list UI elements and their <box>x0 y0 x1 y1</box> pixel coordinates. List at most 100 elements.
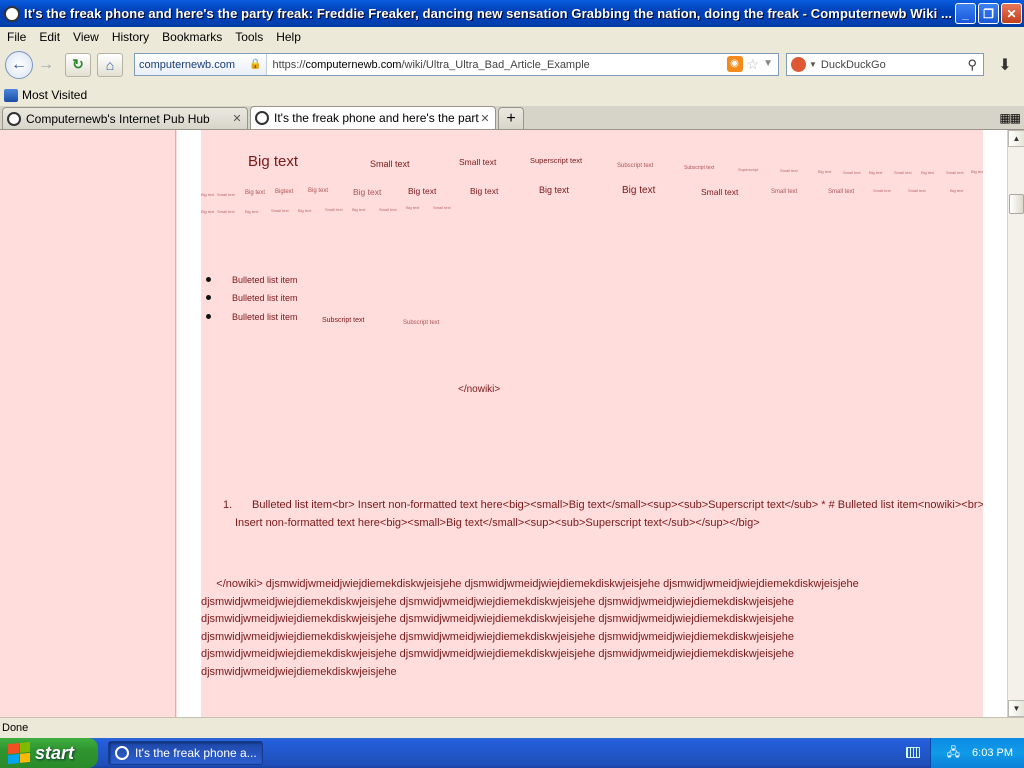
url-path: /wiki/Ultra_Ultra_Bad_Article_Example <box>401 58 590 71</box>
paragraph: </nowiki> djsmwidjwmeidjwiejdiemekdiskwj… <box>201 576 981 681</box>
scroll-down-icon[interactable]: ▼ <box>1008 700 1024 717</box>
scroll-thumb[interactable] <box>1009 194 1024 214</box>
back-icon[interactable]: ← <box>5 50 33 79</box>
page-content[interactable]: Big text Small text Small text Superscri… <box>0 130 1007 717</box>
tiny-text: Big text <box>298 208 312 213</box>
title-bar[interactable]: It's the freak phone and here's the part… <box>0 0 1024 27</box>
menu-view[interactable]: View <box>66 30 105 44</box>
tab-freak-article[interactable]: It's the freak phone and here's the part… <box>250 106 496 129</box>
taskbar-window-button[interactable]: It's the freak phone a... <box>108 741 263 765</box>
url-domain: computernewb.com <box>305 58 402 71</box>
tiny-text: Small text <box>217 209 235 214</box>
search-input[interactable]: DuckDuckGo <box>817 59 968 71</box>
tiny-text: Small text <box>379 207 397 212</box>
status-bar: Done <box>0 717 1024 738</box>
tab-favicon-icon <box>255 111 269 125</box>
search-bar[interactable]: ▼ DuckDuckGo ⚲ <box>786 53 984 76</box>
paragraph-line: djsmwidjwmeidjwiejdiemekdiskwjeisjehe dj… <box>201 648 794 660</box>
search-engine-dropdown-icon[interactable]: ▼ <box>809 60 817 69</box>
firefox-icon <box>4 5 20 22</box>
tiny-text: Big text <box>308 188 329 194</box>
bookmark-folder-icon <box>4 88 18 102</box>
tab-close-icon[interactable]: ✕ <box>479 112 491 125</box>
url-bar[interactable]: computernewb.com 🔒 https://computernewb.… <box>134 53 779 76</box>
tab-label: It's the freak phone and here's the part… <box>274 111 479 125</box>
clock[interactable]: 6:03 PM <box>972 747 1013 759</box>
tiny-text: Bigtext <box>275 189 294 195</box>
reload-icon[interactable]: ↻ <box>65 52 91 77</box>
paragraph-line: djsmwidjwmeidjwiejdiemekdiskwjeisjehe dj… <box>201 630 794 643</box>
list-item: Bulleted list item <box>232 275 298 285</box>
tiny-text: Small text <box>894 170 912 175</box>
subscript-text: Subscript text <box>403 320 440 326</box>
tiny-text: Big text <box>818 169 832 174</box>
tab-list-icon[interactable]: ▦▦ <box>999 111 1021 125</box>
small-text: Small text <box>828 189 855 195</box>
menu-edit[interactable]: Edit <box>32 30 66 44</box>
tiny-text: Small text <box>780 168 798 173</box>
tab-label: Computernewb's Internet Pub Hub <box>26 111 210 126</box>
paragraph-line: </nowiki> djsmwidjwmeidjwiejdiemekdiskwj… <box>201 578 859 590</box>
new-tab-button[interactable]: + <box>498 107 524 129</box>
tab-close-icon[interactable]: ✕ <box>231 112 243 125</box>
site-identity-button[interactable]: computernewb.com 🔒 <box>135 54 268 75</box>
navigation-toolbar: ← → ↻ ⌂ computernewb.com 🔒 https://compu… <box>0 46 1024 83</box>
menu-tools[interactable]: Tools <box>228 30 269 44</box>
paragraph-line: djsmwidjwmeidjwiejdiemekdiskwjeisjehe dj… <box>201 595 794 608</box>
maximize-button[interactable]: ❐ <box>978 3 999 24</box>
tiny-text: Small text <box>908 188 926 193</box>
url-input[interactable]: https://computernewb.com/wiki/Ultra_Ultr… <box>267 59 726 71</box>
home-icon[interactable]: ⌂ <box>97 52 123 77</box>
start-button[interactable]: start <box>0 738 98 768</box>
paragraph-line: djsmwidjwmeidjwiejdiemekdiskwjeisjehe dj… <box>201 613 794 625</box>
taskbar-window-label: It's the freak phone a... <box>135 746 257 760</box>
search-engine-icon[interactable] <box>787 57 809 72</box>
tiny-text: Small text <box>946 170 964 175</box>
bookmark-star-icon[interactable]: ☆ <box>747 56 760 73</box>
tiny-text: Big text <box>406 205 420 210</box>
keyboard-icon[interactable] <box>906 747 920 758</box>
scroll-up-icon[interactable]: ▲ <box>1008 130 1024 147</box>
vertical-scrollbar[interactable]: ▲ ▼ <box>1007 130 1024 717</box>
network-icon[interactable]: 🖧 <box>947 743 960 764</box>
menu-history[interactable]: History <box>105 30 155 44</box>
bookmark-most-visited[interactable]: Most Visited <box>0 88 87 102</box>
menu-file[interactable]: File <box>0 30 32 44</box>
tab-favicon-icon <box>7 111 21 126</box>
menu-bar: File Edit View History Bookmarks Tools H… <box>0 27 1024 46</box>
menu-bookmarks[interactable]: Bookmarks <box>155 30 228 44</box>
window-title: It's the freak phone and here's the part… <box>24 6 953 21</box>
big-text: Big text <box>622 185 656 196</box>
big-text: Big text <box>539 185 570 195</box>
start-label: start <box>35 742 75 763</box>
search-icon[interactable]: ⚲ <box>967 57 983 73</box>
tiny-text: Big text <box>201 192 215 197</box>
download-icon[interactable]: ⬇ <box>993 54 1017 76</box>
list-item: Bulleted list item <box>232 312 298 322</box>
taskbar: start It's the freak phone a... 🖧 6:03 P… <box>0 738 1024 768</box>
windows-logo-icon <box>8 741 30 765</box>
small-text: Small text <box>701 187 739 197</box>
tiny-text: Big text <box>921 170 935 175</box>
small-text: Small text <box>771 189 798 195</box>
tab-pub-hub[interactable]: Computernewb's Internet Pub Hub ✕ <box>2 107 248 129</box>
site-identity-label: computernewb.com <box>139 58 235 71</box>
numbered-item-line: Insert non-formatted text here<big><smal… <box>235 517 760 529</box>
small-text: Small text <box>370 159 410 169</box>
menu-help[interactable]: Help <box>269 30 307 44</box>
url-dropdown-icon[interactable]: ▼ <box>763 56 773 73</box>
small-text: Small text <box>459 157 497 167</box>
close-button[interactable]: ✕ <box>1001 3 1022 24</box>
minimize-button[interactable]: _ <box>955 3 976 24</box>
bullet-icon <box>206 314 211 319</box>
tiny-text: Big text <box>352 207 366 212</box>
bullet-icon <box>206 295 211 300</box>
status-text: Done <box>2 722 29 734</box>
tiny-text: Big text <box>201 209 215 214</box>
rss-icon[interactable]: ◉ <box>726 56 743 72</box>
subscript-text: Subscript text <box>322 317 365 324</box>
tiny-text: Small text <box>433 205 451 210</box>
superscript-text: Superscript <box>738 167 759 172</box>
firefox-icon <box>115 746 129 760</box>
forward-icon[interactable]: → <box>33 52 59 78</box>
